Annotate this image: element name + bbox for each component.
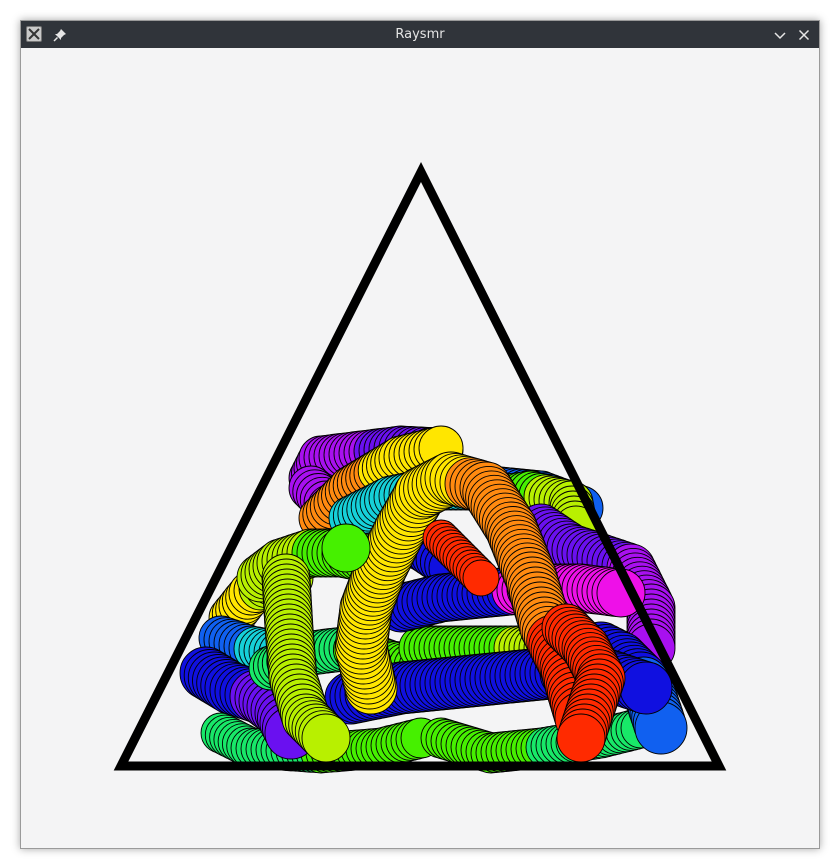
window-title: Raysmr xyxy=(395,27,445,42)
close-icon xyxy=(798,29,810,41)
tube-ring xyxy=(462,559,500,597)
render-canvas[interactable] xyxy=(21,48,819,848)
title-bar[interactable]: Raysmr xyxy=(21,21,819,48)
tube-ring xyxy=(619,661,673,715)
app-window: Raysmr xyxy=(20,20,820,849)
tube-ring xyxy=(556,713,606,763)
close-button[interactable] xyxy=(795,26,813,44)
scene-svg xyxy=(21,48,819,848)
tube-ring xyxy=(301,713,351,763)
tube-end-cap xyxy=(321,523,371,573)
minimize-button[interactable] xyxy=(771,26,789,44)
chevron-down-icon xyxy=(774,32,786,40)
